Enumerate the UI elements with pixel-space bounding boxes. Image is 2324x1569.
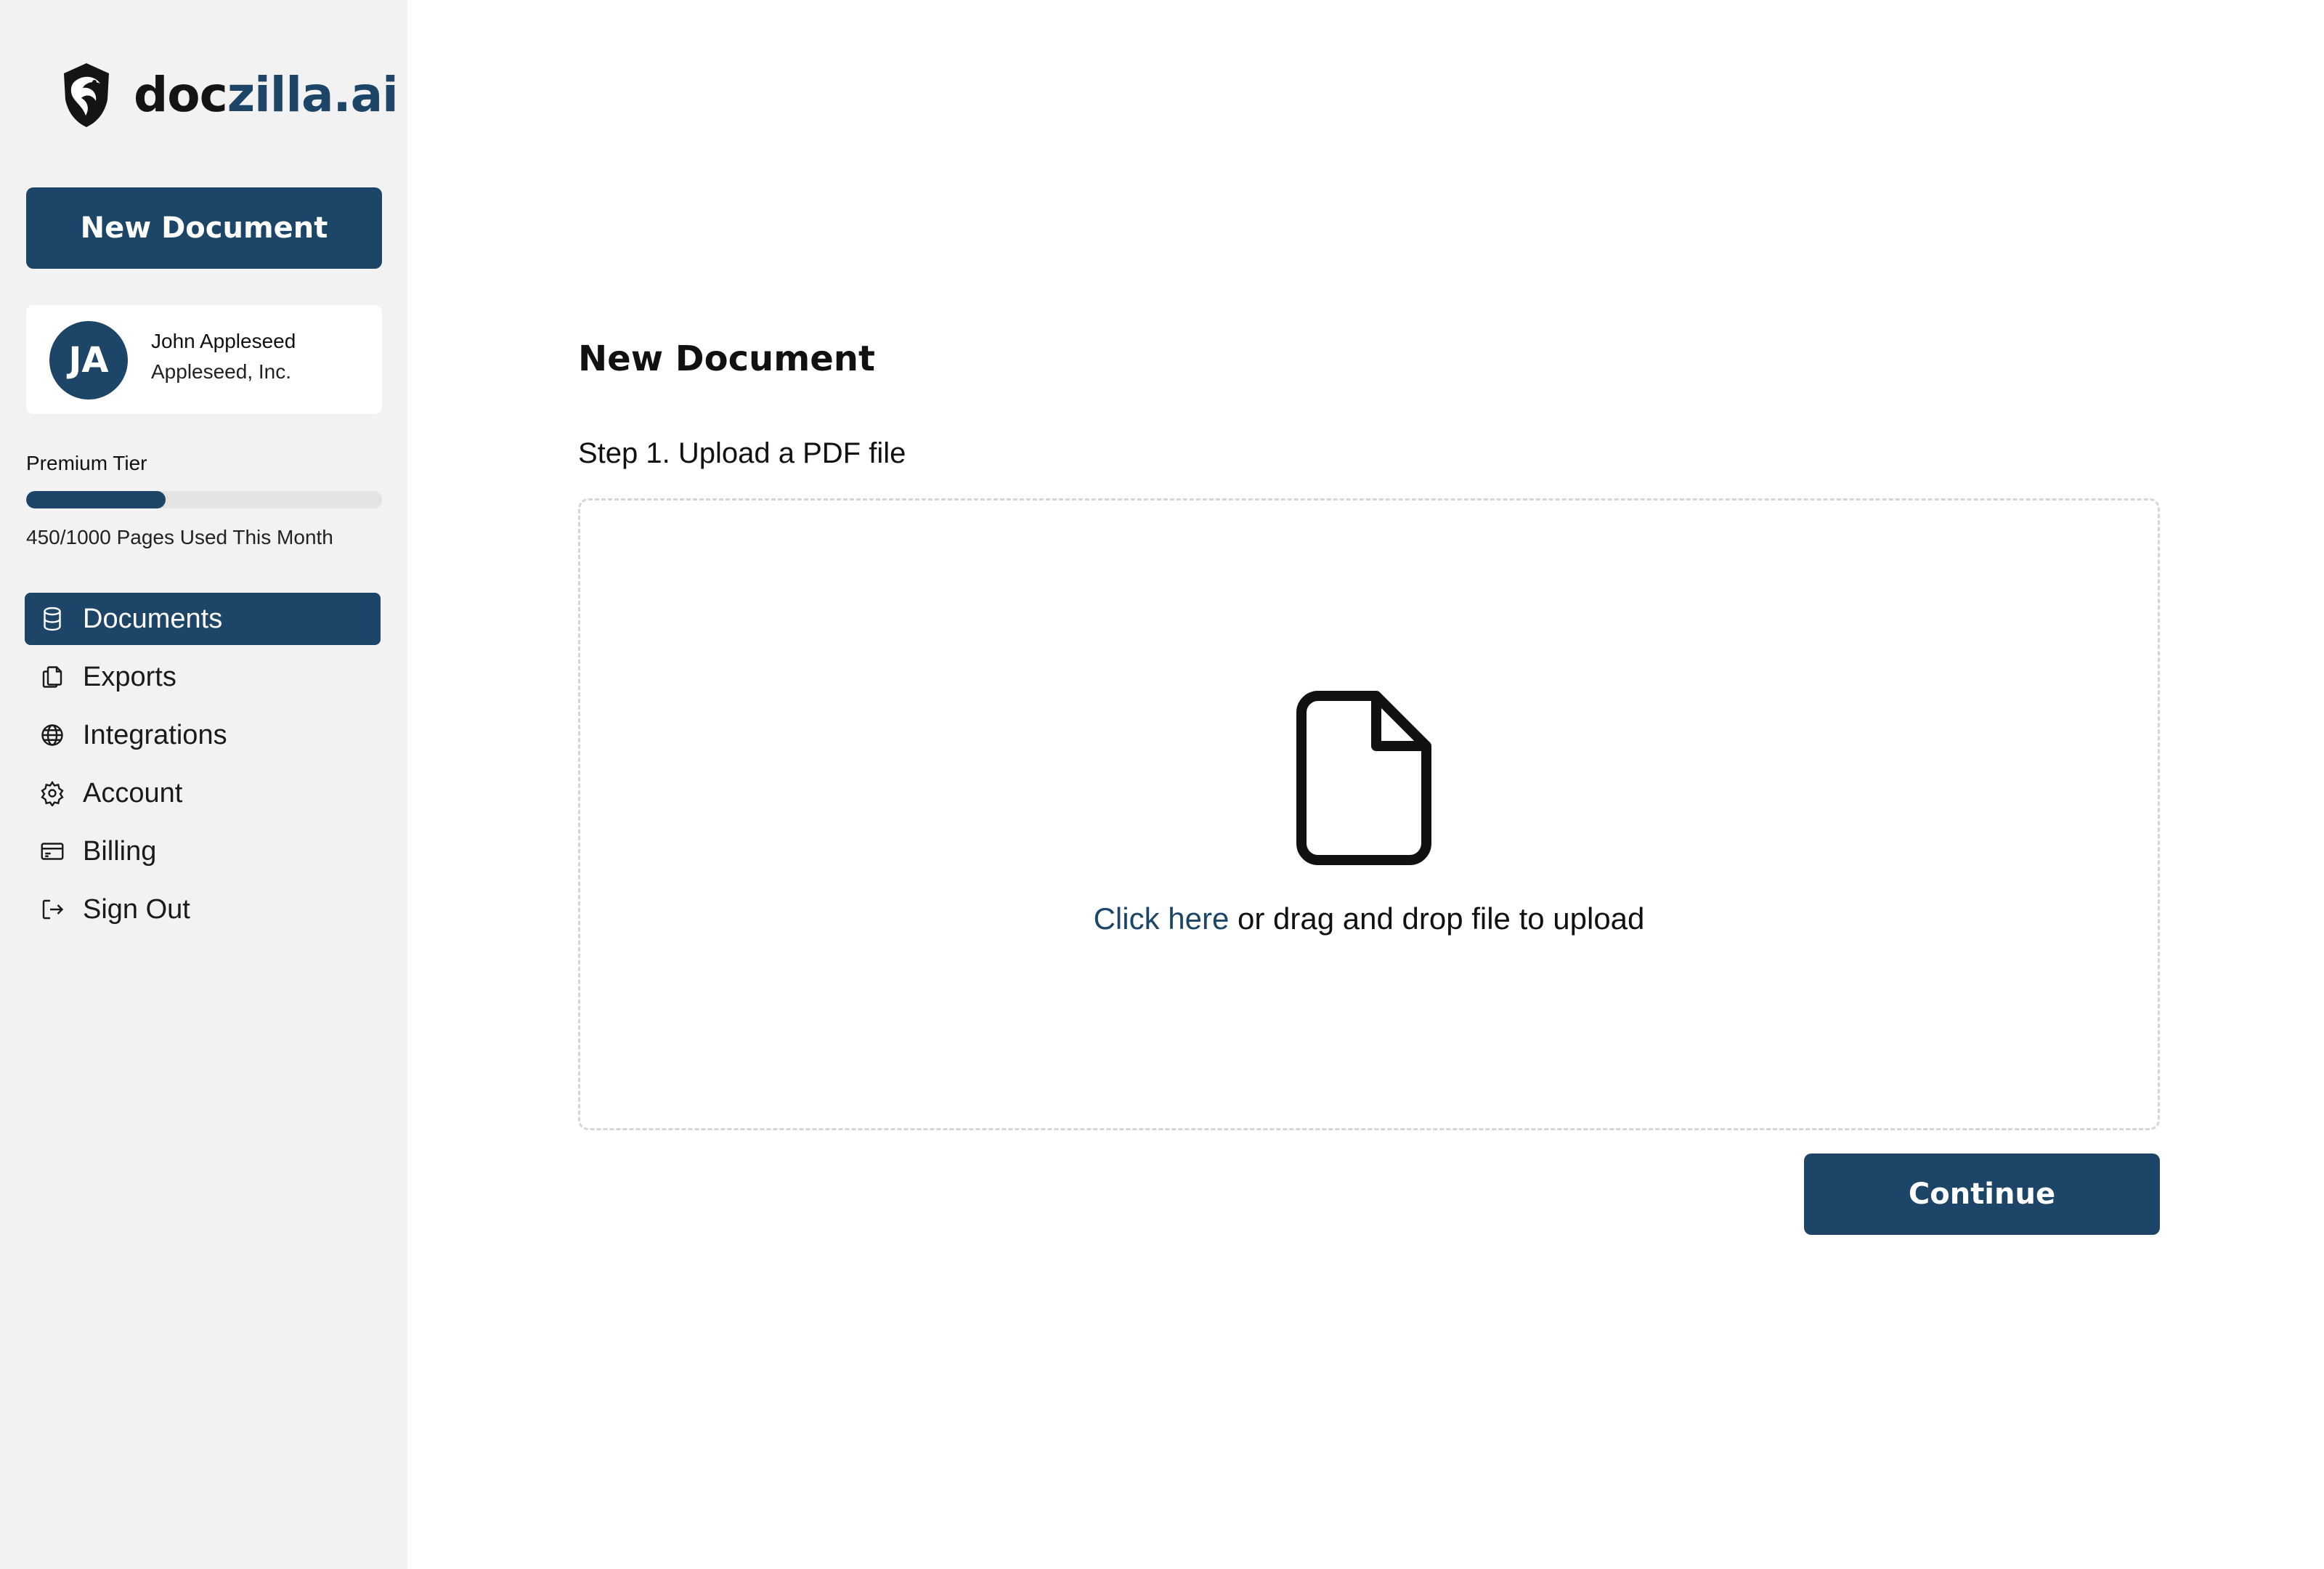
sidebar-item-account[interactable]: Account (25, 767, 381, 819)
gear-icon (38, 779, 67, 808)
page-title: New Document (578, 338, 875, 379)
usage-text: 450/1000 Pages Used This Month (26, 526, 333, 548)
sidebar-nav: Documents Exports Integrations Account B… (25, 593, 381, 941)
brand-logo[interactable]: doczilla.ai (57, 60, 399, 129)
sidebar-item-integrations[interactable]: Integrations (25, 709, 381, 761)
sidebar-item-label: Billing (83, 835, 157, 867)
sidebar-item-label: Documents (83, 603, 223, 634)
file-icon (1296, 691, 1431, 865)
sidebar-item-label: Integrations (83, 719, 227, 750)
brand-name: doczilla.ai (134, 66, 399, 123)
user-card[interactable]: JA John Appleseed Appleseed, Inc. (26, 305, 382, 414)
sidebar-item-sign-out[interactable]: Sign Out (25, 883, 381, 936)
sidebar-item-exports[interactable]: Exports (25, 651, 381, 703)
avatar: JA (49, 321, 128, 400)
sidebar-item-billing[interactable]: Billing (25, 825, 381, 877)
brand-name-part1: doc (134, 66, 228, 123)
usage-progress-fill (26, 491, 166, 508)
sidebar-item-label: Exports (83, 661, 176, 692)
usage-progress-bar (26, 491, 382, 508)
dropzone-text: Click here or drag and drop file to uplo… (580, 901, 2158, 936)
file-dropzone[interactable]: Click here or drag and drop file to uplo… (578, 498, 2160, 1130)
user-company: Appleseed, Inc. (151, 360, 292, 383)
sidebar: doczilla.ai New Document JA John Applese… (0, 0, 407, 1569)
sidebar-item-label: Account (83, 777, 183, 808)
database-icon (38, 604, 67, 633)
continue-button[interactable]: Continue (1804, 1154, 2160, 1235)
dragon-logo-icon (64, 63, 109, 127)
plan-tier-label: Premium Tier (26, 452, 147, 474)
dropzone-instruction: or drag and drop file to upload (1229, 901, 1645, 936)
step-label: Step 1. Upload a PDF file (578, 437, 906, 469)
globe-icon (38, 721, 67, 750)
sidebar-item-label: Sign Out (83, 893, 190, 925)
credit-card-icon (38, 837, 67, 866)
brand-name-part2: zilla.ai (227, 66, 399, 123)
sidebar-item-documents[interactable]: Documents (25, 593, 381, 645)
new-document-button[interactable]: New Document (26, 187, 382, 269)
click-here-link[interactable]: Click here (1094, 901, 1230, 936)
user-name: John Appleseed (151, 330, 296, 352)
copy-icon (38, 662, 67, 692)
sign-out-icon (38, 895, 67, 924)
